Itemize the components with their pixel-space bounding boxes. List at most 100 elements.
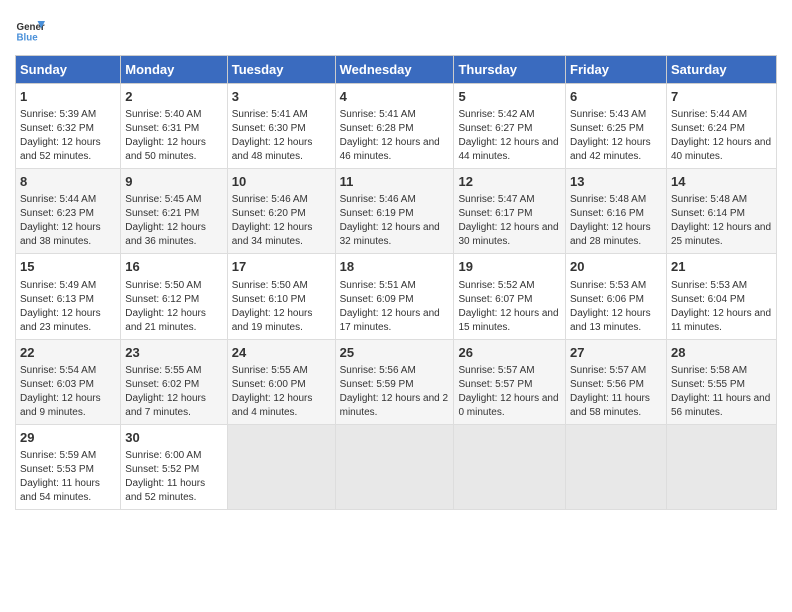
day-info: Sunrise: 5:55 AMSunset: 6:02 PMDaylight:… [125, 365, 206, 418]
calendar-cell: 12 Sunrise: 5:47 AMSunset: 6:17 PMDayligh… [454, 169, 566, 254]
day-info: Sunrise: 6:00 AMSunset: 5:52 PMDaylight:… [125, 450, 205, 503]
calendar-cell: 4 Sunrise: 5:41 AMSunset: 6:28 PMDaylight… [335, 84, 454, 169]
day-header-wednesday: Wednesday [335, 56, 454, 84]
calendar-cell: 1 Sunrise: 5:39 AMSunset: 6:32 PMDaylight… [16, 84, 121, 169]
calendar-cell: 3Sunrise: 5:41 AMSunset: 6:30 PMDaylight… [227, 84, 335, 169]
calendar-cell: 6 Sunrise: 5:43 AMSunset: 6:25 PMDaylight… [566, 84, 667, 169]
day-header-thursday: Thursday [454, 56, 566, 84]
day-info: Sunrise: 5:56 AMSunset: 5:59 PMDaylight:… [340, 365, 448, 418]
day-info: Sunrise: 5:49 AMSunset: 6:13 PMDaylight:… [20, 280, 101, 333]
calendar-cell: 7 Sunrise: 5:44 AMSunset: 6:24 PMDaylight… [666, 84, 776, 169]
day-info: Sunrise: 5:53 AMSunset: 6:06 PMDaylight:… [570, 280, 651, 333]
day-number: 27 [570, 344, 662, 362]
day-number: 20 [570, 258, 662, 276]
page-header: General Blue [15, 15, 777, 45]
calendar-cell [227, 424, 335, 509]
day-info: Sunrise: 5:48 AMSunset: 6:16 PMDaylight:… [570, 194, 651, 247]
day-info: Sunrise: 5:46 AMSunset: 6:20 PMDaylight:… [232, 194, 313, 247]
calendar-cell: 19 Sunrise: 5:52 AMSunset: 6:07 PMDayligh… [454, 254, 566, 339]
svg-text:Blue: Blue [17, 33, 39, 44]
logo: General Blue [15, 15, 45, 45]
day-info: Sunrise: 5:41 AMSunset: 6:30 PMDaylight:… [232, 109, 313, 162]
calendar-cell: 10 Sunrise: 5:46 AMSunset: 6:20 PMDayligh… [227, 169, 335, 254]
day-info: Sunrise: 5:44 AMSunset: 6:23 PMDaylight:… [20, 194, 101, 247]
day-info: Sunrise: 5:50 AMSunset: 6:10 PMDaylight:… [232, 280, 313, 333]
day-info: Sunrise: 5:58 AMSunset: 5:55 PMDaylight:… [671, 365, 770, 418]
day-info: Sunrise: 5:39 AMSunset: 6:32 PMDaylight:… [20, 109, 101, 162]
calendar-cell [454, 424, 566, 509]
calendar-cell: 29 Sunrise: 5:59 AMSunset: 5:53 PMDayligh… [16, 424, 121, 509]
day-number: 7 [671, 88, 772, 106]
day-info: Sunrise: 5:57 AMSunset: 5:57 PMDaylight:… [458, 365, 558, 418]
week-row-5: 29 Sunrise: 5:59 AMSunset: 5:53 PMDayligh… [16, 424, 777, 509]
day-info: Sunrise: 5:43 AMSunset: 6:25 PMDaylight:… [570, 109, 651, 162]
day-number: 21 [671, 258, 772, 276]
day-number: 5 [458, 88, 561, 106]
day-info: Sunrise: 5:53 AMSunset: 6:04 PMDaylight:… [671, 280, 771, 333]
day-header-friday: Friday [566, 56, 667, 84]
day-info: Sunrise: 5:54 AMSunset: 6:03 PMDaylight:… [20, 365, 101, 418]
calendar-table: SundayMondayTuesdayWednesdayThursdayFrid… [15, 55, 777, 510]
calendar-cell: 2Sunrise: 5:40 AMSunset: 6:31 PMDaylight… [121, 84, 227, 169]
calendar-cell: 23 Sunrise: 5:55 AMSunset: 6:02 PMDayligh… [121, 339, 227, 424]
day-info: Sunrise: 5:55 AMSunset: 6:00 PMDaylight:… [232, 365, 313, 418]
week-row-2: 8 Sunrise: 5:44 AMSunset: 6:23 PMDaylight… [16, 169, 777, 254]
calendar-cell: 17 Sunrise: 5:50 AMSunset: 6:10 PMDayligh… [227, 254, 335, 339]
day-info: Sunrise: 5:48 AMSunset: 6:14 PMDaylight:… [671, 194, 771, 247]
day-number: 12 [458, 173, 561, 191]
calendar-cell: 8 Sunrise: 5:44 AMSunset: 6:23 PMDaylight… [16, 169, 121, 254]
day-header-tuesday: Tuesday [227, 56, 335, 84]
day-info: Sunrise: 5:41 AMSunset: 6:28 PMDaylight:… [340, 109, 440, 162]
day-number: 16 [125, 258, 222, 276]
calendar-cell: 16 Sunrise: 5:50 AMSunset: 6:12 PMDayligh… [121, 254, 227, 339]
day-info: Sunrise: 5:51 AMSunset: 6:09 PMDaylight:… [340, 280, 440, 333]
calendar-cell: 11Sunrise: 5:46 AMSunset: 6:19 PMDayligh… [335, 169, 454, 254]
logo-icon: General Blue [15, 15, 45, 45]
calendar-cell: 15 Sunrise: 5:49 AMSunset: 6:13 PMDayligh… [16, 254, 121, 339]
calendar-cell: 18 Sunrise: 5:51 AMSunset: 6:09 PMDayligh… [335, 254, 454, 339]
day-number: 9 [125, 173, 222, 191]
day-info: Sunrise: 5:47 AMSunset: 6:17 PMDaylight:… [458, 194, 558, 247]
day-number: 18 [340, 258, 450, 276]
calendar-cell [666, 424, 776, 509]
day-number: 24 [232, 344, 331, 362]
day-number: 8 [20, 173, 116, 191]
calendar-cell: 26 Sunrise: 5:57 AMSunset: 5:57 PMDayligh… [454, 339, 566, 424]
day-number: 1 [20, 88, 116, 106]
calendar-cell: 5 Sunrise: 5:42 AMSunset: 6:27 PMDaylight… [454, 84, 566, 169]
day-number: 29 [20, 429, 116, 447]
day-number: 28 [671, 344, 772, 362]
day-info: Sunrise: 5:52 AMSunset: 6:07 PMDaylight:… [458, 280, 558, 333]
calendar-cell [335, 424, 454, 509]
calendar-cell: 22 Sunrise: 5:54 AMSunset: 6:03 PMDayligh… [16, 339, 121, 424]
day-header-saturday: Saturday [666, 56, 776, 84]
day-number: 19 [458, 258, 561, 276]
calendar-cell: 27Sunrise: 5:57 AMSunset: 5:56 PMDayligh… [566, 339, 667, 424]
day-info: Sunrise: 5:44 AMSunset: 6:24 PMDaylight:… [671, 109, 771, 162]
calendar-cell: 14 Sunrise: 5:48 AMSunset: 6:14 PMDayligh… [666, 169, 776, 254]
week-row-3: 15 Sunrise: 5:49 AMSunset: 6:13 PMDayligh… [16, 254, 777, 339]
day-number: 14 [671, 173, 772, 191]
day-number: 26 [458, 344, 561, 362]
day-info: Sunrise: 5:42 AMSunset: 6:27 PMDaylight:… [458, 109, 558, 162]
calendar-cell: 9Sunrise: 5:45 AMSunset: 6:21 PMDaylight… [121, 169, 227, 254]
day-info: Sunrise: 5:59 AMSunset: 5:53 PMDaylight:… [20, 450, 100, 503]
day-info: Sunrise: 5:50 AMSunset: 6:12 PMDaylight:… [125, 280, 206, 333]
day-number: 10 [232, 173, 331, 191]
day-info: Sunrise: 5:46 AMSunset: 6:19 PMDaylight:… [340, 194, 440, 247]
day-number: 2 [125, 88, 222, 106]
calendar-cell: 28 Sunrise: 5:58 AMSunset: 5:55 PMDayligh… [666, 339, 776, 424]
day-number: 4 [340, 88, 450, 106]
day-number: 17 [232, 258, 331, 276]
calendar-cell: 13Sunrise: 5:48 AMSunset: 6:16 PMDayligh… [566, 169, 667, 254]
calendar-cell: 30Sunrise: 6:00 AMSunset: 5:52 PMDayligh… [121, 424, 227, 509]
day-number: 25 [340, 344, 450, 362]
day-number: 22 [20, 344, 116, 362]
day-number: 15 [20, 258, 116, 276]
calendar-cell [566, 424, 667, 509]
days-header-row: SundayMondayTuesdayWednesdayThursdayFrid… [16, 56, 777, 84]
day-number: 23 [125, 344, 222, 362]
calendar-cell: 21 Sunrise: 5:53 AMSunset: 6:04 PMDayligh… [666, 254, 776, 339]
day-number: 6 [570, 88, 662, 106]
day-header-monday: Monday [121, 56, 227, 84]
